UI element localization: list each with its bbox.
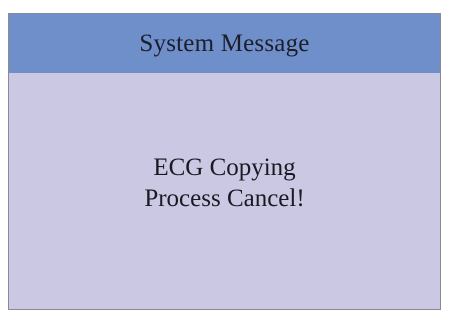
system-message-dialog: System Message ECG Copying Process Cance… [8, 13, 441, 310]
message-line-1: ECG Copying [153, 154, 296, 181]
dialog-title: System Message [139, 29, 310, 57]
dialog-title-bar: System Message [9, 14, 440, 73]
dialog-body: ECG Copying Process Cancel! [9, 73, 440, 309]
message-line-2: Process Cancel! [144, 185, 305, 212]
